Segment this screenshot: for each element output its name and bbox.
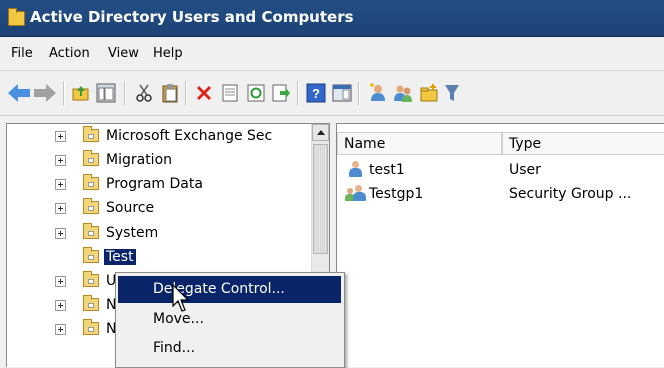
show-console-tree-icon[interactable]	[96, 83, 116, 103]
folder-icon	[83, 295, 99, 311]
tree-item-label: System	[106, 225, 159, 241]
user-icon	[347, 161, 363, 178]
tree-item[interactable]: Migration	[7, 149, 307, 173]
list-item[interactable]: Testgp1 Security Group ...	[337, 183, 664, 205]
expand-icon[interactable]	[55, 203, 66, 214]
forward-arrow-icon[interactable]	[34, 84, 56, 102]
tree-item-label: Test	[104, 249, 136, 265]
column-header-name[interactable]: Name	[337, 132, 502, 155]
menu-help[interactable]: Help	[153, 46, 183, 61]
scroll-thumb[interactable]	[313, 144, 328, 254]
back-arrow-icon[interactable]	[8, 84, 30, 102]
folder-icon	[83, 174, 99, 190]
new-group-icon[interactable]	[393, 83, 413, 103]
new-user-icon[interactable]	[368, 83, 388, 103]
scroll-up-button[interactable]	[312, 124, 329, 141]
up-folder-icon[interactable]	[71, 83, 91, 103]
mouse-cursor-icon	[172, 284, 190, 312]
menu-action[interactable]: Action	[49, 46, 90, 61]
menu-item-delegate-control[interactable]: Delegate Control...	[118, 276, 341, 303]
expand-icon[interactable]	[55, 228, 66, 239]
list-item-name: Testgp1	[369, 186, 424, 202]
menu-file[interactable]: File	[11, 46, 33, 61]
expand-icon[interactable]	[55, 131, 66, 142]
delete-icon[interactable]	[194, 83, 214, 103]
show-hide-icon[interactable]	[332, 83, 352, 103]
list-item-type: User	[509, 162, 541, 178]
menu-item-move[interactable]: Move...	[118, 306, 341, 333]
list-item-name: test1	[369, 162, 405, 178]
ad-users-app-icon	[8, 8, 25, 26]
column-header-type[interactable]: Type	[502, 132, 664, 155]
toolbar-separator	[297, 81, 299, 105]
tree-item-label: Program Data	[106, 176, 203, 192]
folder-icon	[83, 271, 99, 287]
expand-icon[interactable]	[55, 179, 66, 190]
svg-text:?: ?	[312, 86, 320, 101]
expand-icon[interactable]	[55, 324, 66, 335]
toolbar-separator	[63, 81, 65, 105]
new-ou-icon[interactable]	[419, 83, 439, 103]
tree-item[interactable]: Microsoft Exchange Sec	[7, 125, 307, 149]
folder-icon	[83, 319, 99, 335]
tree-item[interactable]: Source	[7, 197, 307, 221]
toolbar-separator	[358, 81, 360, 105]
toolbar: ?	[0, 71, 664, 116]
tree-item-label: Source	[106, 200, 155, 216]
ou-folder-icon	[83, 150, 99, 166]
folder-icon	[83, 198, 99, 214]
filter-icon[interactable]	[445, 83, 459, 103]
tree-item[interactable]: System	[7, 222, 307, 246]
folder-icon	[83, 223, 99, 239]
export-list-icon[interactable]	[271, 83, 291, 103]
context-menu: Delegate Control... Move... Find...	[115, 272, 345, 368]
tree-item[interactable]: Program Data	[7, 173, 307, 197]
tree-item-label: Migration	[106, 152, 173, 168]
refresh-icon[interactable]	[246, 83, 266, 103]
list-item[interactable]: test1 User	[337, 159, 664, 181]
menu-item-label: Find...	[153, 340, 196, 356]
title-bar: Active Directory Users and Computers	[0, 0, 664, 37]
expand-icon[interactable]	[55, 300, 66, 311]
ou-folder-icon	[83, 126, 99, 142]
window-title: Active Directory Users and Computers	[30, 8, 354, 26]
help-icon[interactable]: ?	[306, 83, 326, 103]
expand-icon[interactable]	[55, 155, 66, 166]
ou-folder-icon	[83, 247, 99, 263]
group-icon	[345, 185, 366, 202]
list-item-type: Security Group ...	[509, 186, 632, 202]
menu-bar: File Action View Help	[0, 37, 664, 71]
toolbar-separator	[124, 81, 126, 105]
expand-icon[interactable]	[55, 276, 66, 287]
details-pane[interactable]: Name Type test1 User Testgp1 Security Gr…	[336, 123, 664, 367]
toolbar-separator	[185, 81, 187, 105]
menu-item-find[interactable]: Find...	[118, 335, 341, 362]
tree-item-label: Microsoft Exchange Sec	[106, 128, 273, 144]
tree-item-selected[interactable]: Test	[7, 246, 307, 270]
paste-icon[interactable]	[160, 83, 180, 103]
properties-icon[interactable]	[220, 83, 240, 103]
cut-icon[interactable]	[134, 83, 154, 103]
menu-view[interactable]: View	[108, 46, 139, 61]
